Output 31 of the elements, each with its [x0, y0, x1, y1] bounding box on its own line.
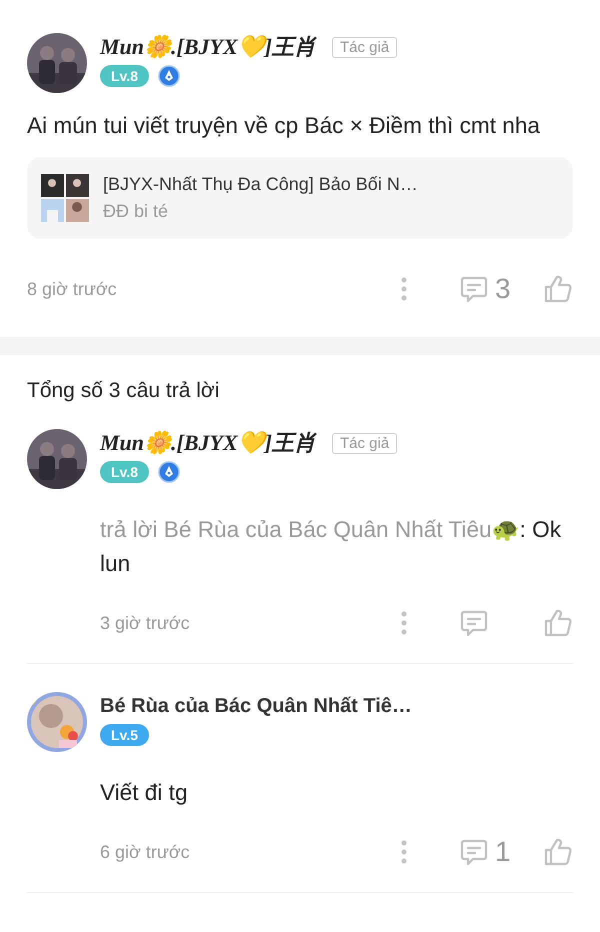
comment-text: Ai mún tui viết truyện về cp Bác × Điềm thì cmt nha — [27, 112, 541, 140]
book-card[interactable]: [BJYX-Nhất Thụ Đa Công] Bảo Bối N… ĐĐ bi té — [27, 157, 573, 239]
book-title: [BJYX-Nhất Thụ Đa Công] Bảo Bối N… — [103, 174, 418, 195]
thumbs-up-icon[interactable] — [543, 608, 573, 638]
reply-text: Viết đi tg — [100, 779, 189, 807]
level-badge: Lv.8 — [100, 461, 149, 483]
book-author: ĐĐ bi té — [103, 201, 170, 222]
author-tag: Tác giả — [332, 432, 398, 454]
more-icon[interactable] — [401, 611, 407, 635]
user-name[interactable]: Mun🌼.[BJYX💛]王肖 — [100, 32, 316, 62]
level-badge: Lv.8 — [100, 65, 149, 87]
pen-badge-icon — [158, 65, 180, 87]
pen-badge-icon — [158, 461, 180, 483]
comment-icon[interactable] — [459, 608, 489, 638]
replies-count-heading: Tổng số 3 câu trả lời — [26, 378, 220, 403]
thumbs-up-icon[interactable] — [543, 837, 573, 867]
timestamp: 8 giờ trước — [27, 278, 117, 300]
thumbs-up-icon[interactable] — [543, 274, 573, 304]
timestamp: 3 giờ trước — [100, 612, 190, 634]
comment-icon[interactable] — [459, 837, 489, 867]
author-tag: Tác giả — [332, 36, 398, 58]
reply-count: 1 — [495, 836, 511, 868]
level-badge: Lv.5 — [100, 724, 149, 746]
timestamp: 6 giờ trước — [100, 842, 190, 862]
more-icon[interactable] — [401, 277, 407, 301]
more-icon[interactable] — [401, 840, 407, 864]
user-name[interactable]: Mun🌼.[BJYX💛]王肖 — [100, 428, 316, 458]
comment-icon[interactable] — [459, 274, 489, 304]
reply-count: 3 — [495, 273, 511, 305]
user-name[interactable]: Bé Rùa của Bác Quân Nhất Tiê… — [100, 694, 412, 718]
reply-text: trả lời Bé Rùa của Bác Quân Nhất Tiêu🐢: Ok lun — [100, 516, 562, 578]
